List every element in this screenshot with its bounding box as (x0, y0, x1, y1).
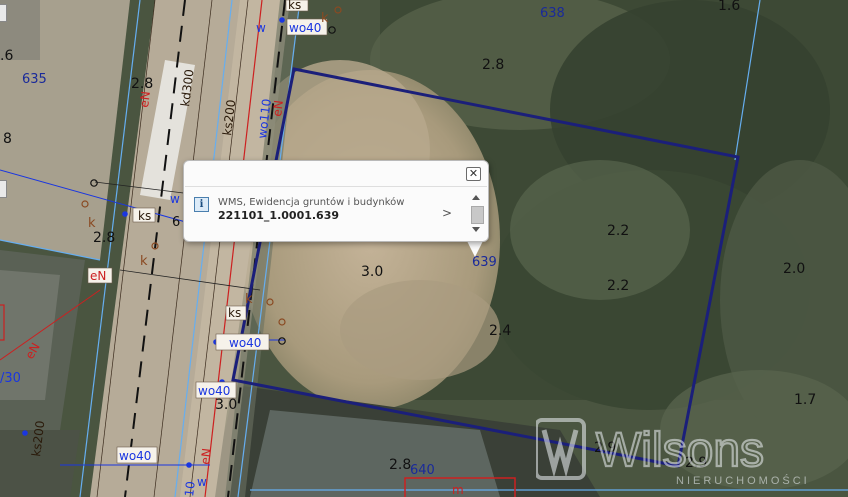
utility-label-k: k (245, 292, 253, 307)
zoom-in-button[interactable] (0, 4, 7, 22)
parcel-number-635: 635 (22, 72, 47, 87)
scroll-down-icon[interactable] (472, 227, 480, 232)
utility-label-ks: ks (228, 306, 241, 320)
utility-label-10: 10 (182, 480, 198, 497)
utility-label-6: 6 (172, 215, 180, 230)
utility-label-30: /30 (0, 371, 21, 386)
info-icon: i (194, 197, 209, 212)
elevation-label: 2.2 (607, 223, 629, 239)
utility-label-wo40: wo40 (198, 384, 230, 398)
wilsons-watermark: Wilsons NIERUCHOMOŚCI (536, 418, 810, 486)
parcel-number-639: 639 (472, 255, 497, 270)
elevation-label: 2.2 (607, 278, 629, 294)
watermark-tagline: NIERUCHOMOŚCI (676, 474, 810, 486)
utility-label-en: eN (137, 90, 153, 108)
utility-label-wo40: wo40 (229, 336, 261, 350)
utility-label-w: w (170, 192, 180, 206)
elevation-label: 3.0 (361, 264, 383, 280)
elevation-label: 1.6 (718, 0, 740, 14)
utility-label-k: k (88, 216, 96, 231)
utility-label-en: eN (270, 99, 286, 117)
utility-label-w: w (197, 475, 207, 489)
utility-label-m: m (452, 483, 464, 497)
zoom-out-button[interactable] (0, 180, 7, 198)
utility-label-en: eN (198, 447, 214, 465)
elevation-label: 2.4 (489, 323, 511, 339)
utility-label-wo40: wo40 (289, 21, 321, 35)
close-icon[interactable]: ✕ (466, 167, 481, 181)
elevation-label: 2.0 (783, 261, 805, 277)
parcel-id[interactable]: 221101_1.0001.639 (218, 209, 339, 222)
popup-divider (185, 186, 487, 187)
elevation-label: 3.0 (215, 397, 237, 413)
utility-label-w: w (256, 21, 266, 35)
utility-label-k: k (321, 11, 329, 26)
elevation-label: 2.8 (482, 57, 504, 73)
utility-label-en: eN (90, 269, 106, 283)
utility-label-ks: ks (138, 209, 151, 223)
elevation-label: 8 (3, 131, 12, 147)
elevation-label: 2.8 (131, 76, 153, 92)
parcel-number-638: 638 (540, 6, 565, 21)
elevation-label: 2.8 (389, 457, 411, 473)
elevation-label: 2.8 (93, 230, 115, 246)
elevation-label: 1.7 (794, 392, 816, 408)
layer-name: WMS, Ewidencja gruntów i budynków (218, 197, 405, 208)
utility-label-ks: ks (288, 0, 301, 12)
parcel-number-640: 640 (410, 463, 435, 478)
utility-label-wo40: wo40 (119, 449, 151, 463)
scroll-up-icon[interactable] (472, 195, 480, 200)
chevron-right-icon[interactable]: > (442, 206, 452, 220)
utility-label-k: k (140, 254, 148, 269)
feature-info-popup: ✕ i WMS, Ewidencja gruntów i budynków 22… (183, 160, 489, 242)
watermark-brand: Wilsons (596, 424, 764, 477)
elevation-label: .6 (0, 48, 13, 64)
scrollbar-thumb[interactable] (471, 206, 484, 224)
